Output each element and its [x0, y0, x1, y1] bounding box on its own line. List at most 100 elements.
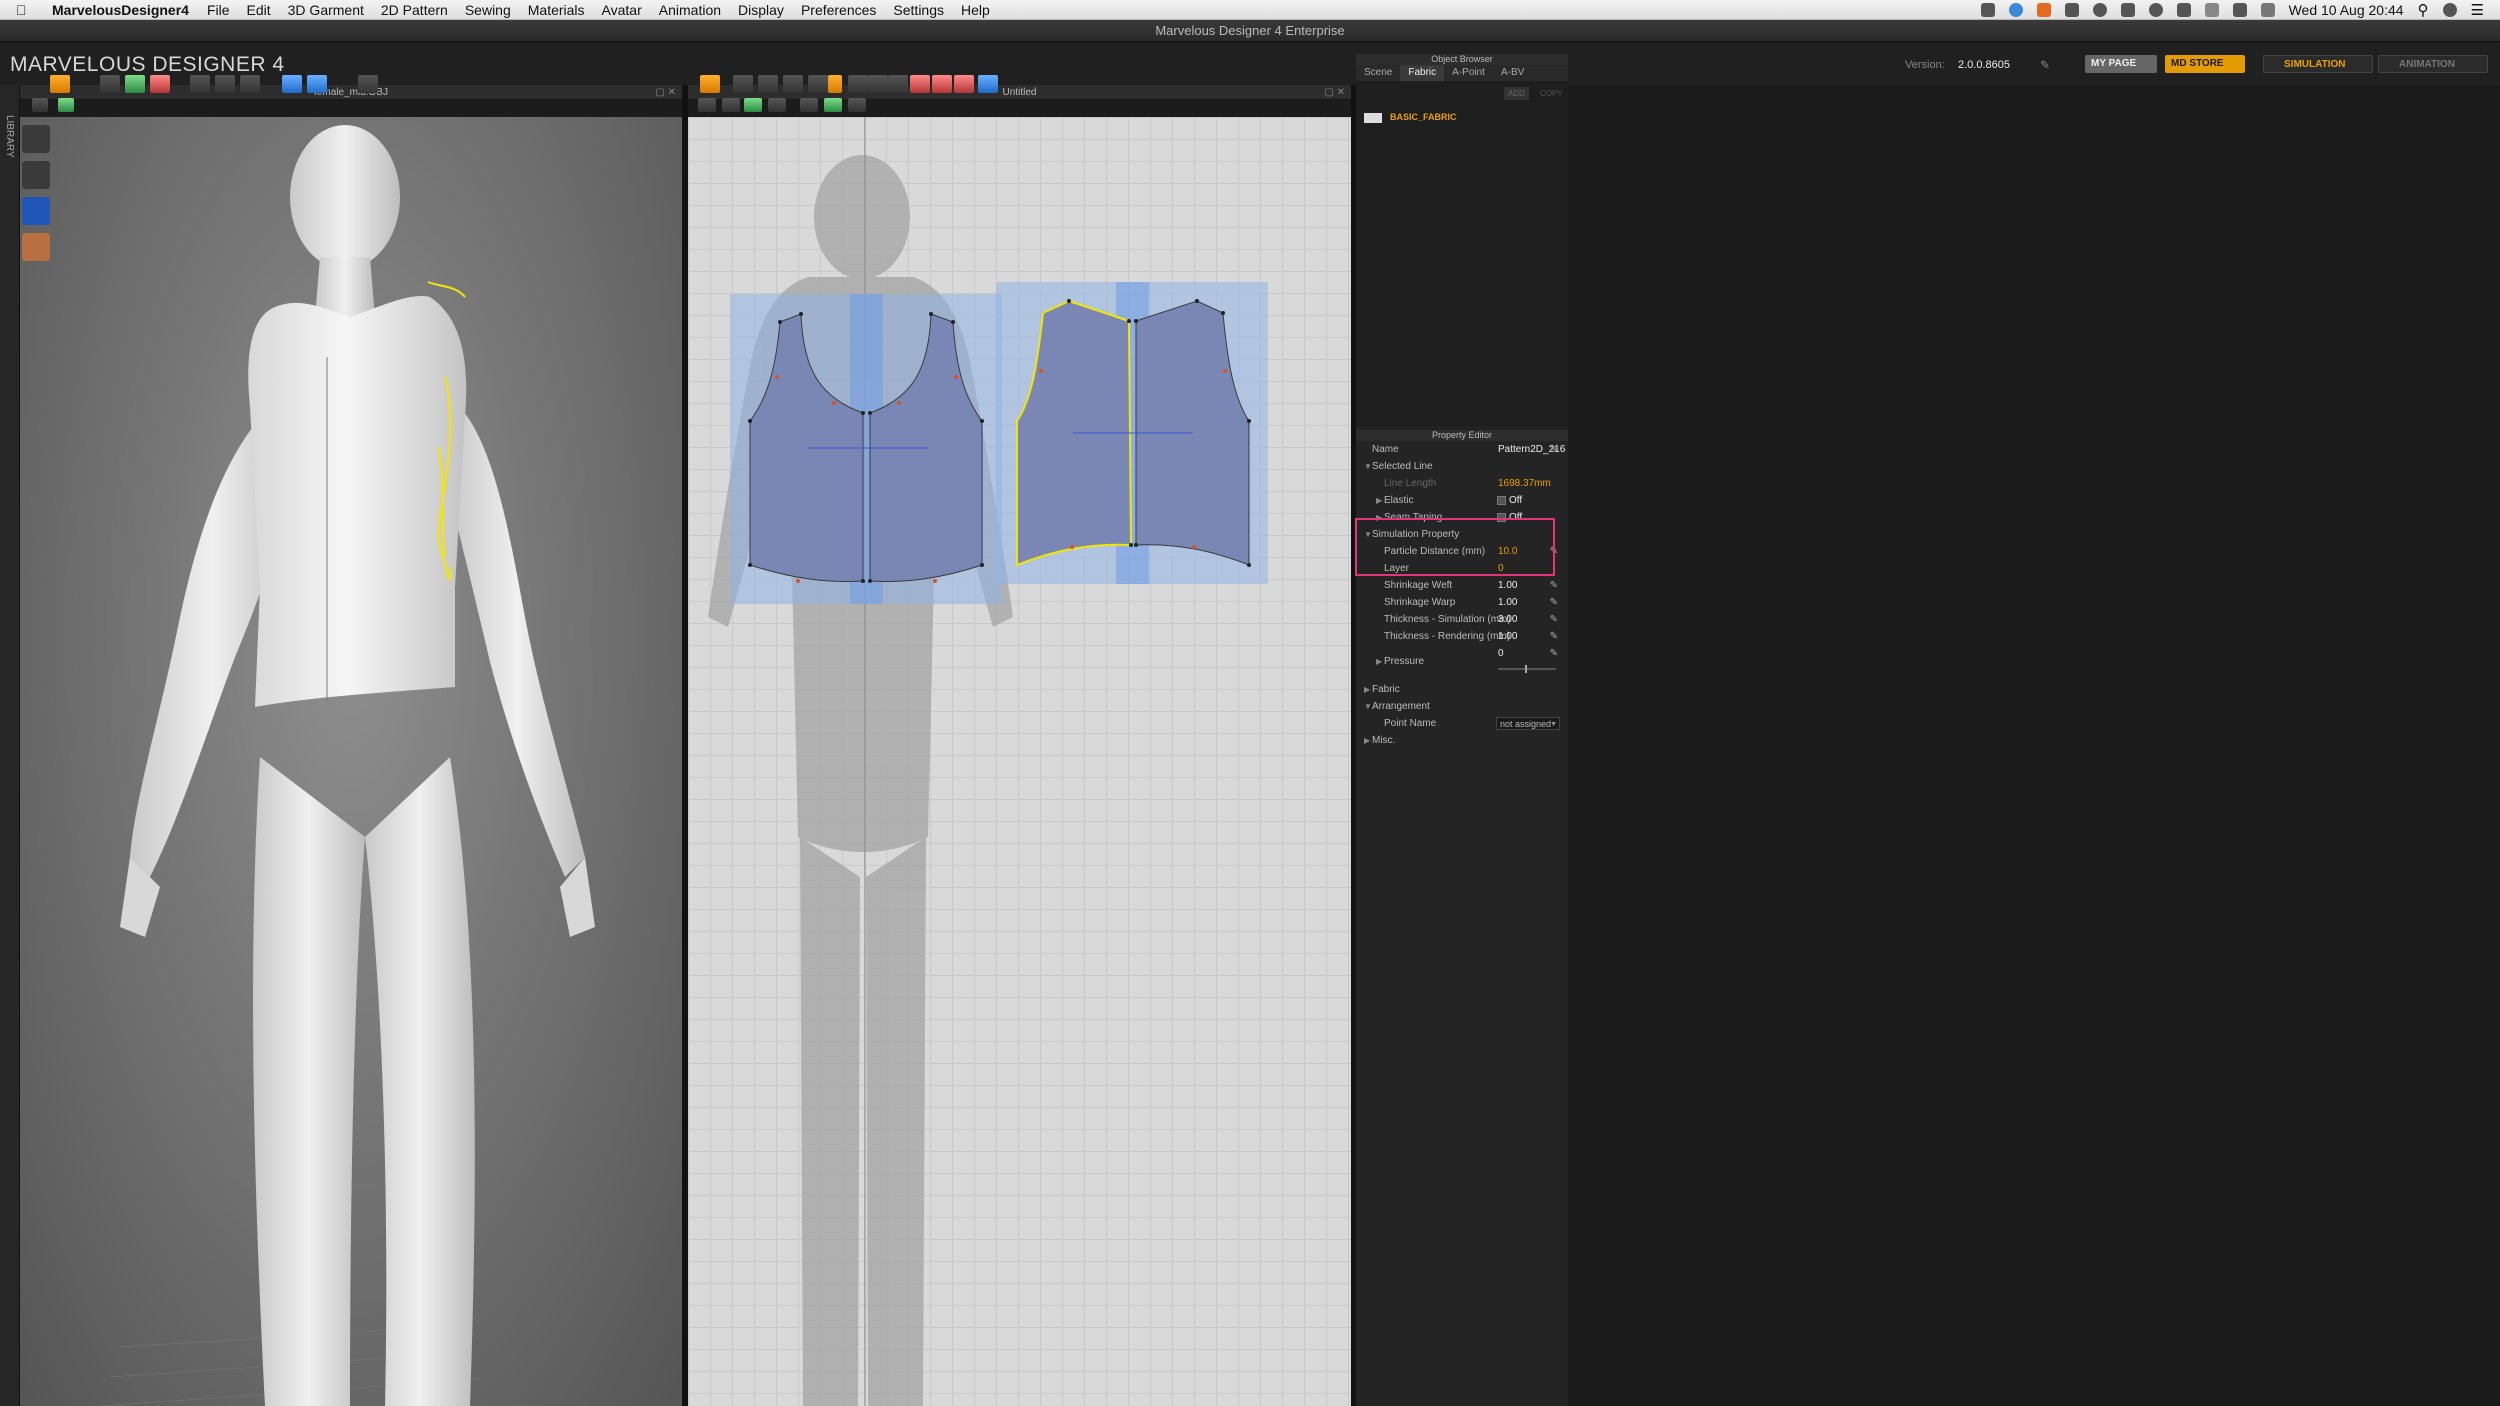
edit-icon[interactable]: ✎ — [1550, 645, 1558, 662]
edit-icon[interactable]: ✎ — [1550, 611, 1558, 628]
airplay-icon[interactable] — [2176, 3, 2191, 17]
animation-mode-button[interactable]: ANIMATION — [2378, 55, 2488, 73]
apple-icon[interactable]:  — [16, 2, 36, 18]
pressure-slider[interactable] — [1498, 665, 1556, 673]
app-status-icon[interactable] — [2036, 3, 2051, 17]
segment-sewing-icon[interactable] — [722, 98, 740, 112]
panel-close-icon[interactable]: ▢ ✕ — [655, 85, 676, 100]
elastic-checkbox[interactable] — [1497, 496, 1506, 505]
fold-line-icon[interactable] — [978, 75, 998, 93]
battery-icon[interactable] — [2232, 3, 2247, 17]
misc-section[interactable]: ▶ Misc. — [1356, 732, 1568, 749]
texture-mode-icon[interactable] — [22, 197, 50, 225]
grid-icon[interactable] — [58, 98, 74, 112]
expand-arrow-icon[interactable]: ▶ — [1364, 732, 1370, 749]
seam-select-icon[interactable] — [698, 98, 716, 112]
menu-edit[interactable]: Edit — [247, 2, 271, 18]
tab-fabric[interactable]: Fabric — [1400, 65, 1445, 81]
md-store-button[interactable]: MD STORE — [2165, 55, 2245, 73]
simulate-icon[interactable] — [700, 75, 720, 93]
import-arrow-icon[interactable] — [50, 75, 70, 93]
expand-arrow-icon[interactable]: ▶ — [1376, 653, 1382, 670]
select-icon[interactable] — [32, 98, 48, 112]
edit-curvature-icon[interactable] — [783, 75, 803, 93]
settings-tool-icon[interactable]: ✎ — [2040, 58, 2050, 72]
add-fabric-button[interactable]: ADD — [1504, 87, 1529, 100]
texture-select-icon[interactable] — [800, 98, 818, 112]
library-strip[interactable]: LIBRARY — [0, 85, 20, 1406]
skype-icon[interactable] — [2008, 3, 2023, 17]
graphic-icon[interactable] — [848, 98, 866, 112]
measure-tool-icon[interactable] — [358, 75, 378, 93]
free-sewing-icon[interactable] — [744, 98, 762, 112]
expand-arrow-icon[interactable]: ▶ — [1364, 681, 1370, 698]
garment-tool-icon[interactable] — [125, 75, 145, 93]
shrinkage-warp-value[interactable]: 1.00 — [1498, 594, 1517, 611]
viewport-3d[interactable] — [20, 117, 682, 1406]
menubar-clock[interactable]: Wed 10 Aug 20:44 — [2289, 2, 2404, 18]
wifi-icon[interactable] — [2260, 3, 2275, 17]
pressure-value[interactable]: 0 — [1498, 645, 1504, 662]
fabric-section[interactable]: ▶ Fabric — [1356, 681, 1568, 698]
menu-help[interactable]: Help — [961, 2, 990, 18]
select-tool-icon[interactable] — [190, 75, 210, 93]
status-icon[interactable] — [2148, 3, 2163, 17]
arrange-tool-icon[interactable] — [307, 75, 327, 93]
menu-display[interactable]: Display — [738, 2, 784, 18]
show-garment-icon[interactable] — [22, 125, 50, 153]
tab-a-bv[interactable]: A-BV — [1493, 65, 1532, 81]
add-point-icon[interactable] — [808, 75, 828, 93]
menu-animation[interactable]: Animation — [659, 2, 721, 18]
simulation-mode-button[interactable]: SIMULATION — [2263, 55, 2373, 73]
copy-fabric-button[interactable]: COPY — [1536, 87, 1567, 100]
edit-icon[interactable]: ✎ — [1550, 594, 1558, 611]
notification-center-icon[interactable]: ☰ — [2471, 1, 2484, 19]
fold-tool-icon[interactable] — [282, 75, 302, 93]
menu-preferences[interactable]: Preferences — [801, 2, 876, 18]
spotlight-search-icon[interactable]: ⚲ — [2418, 1, 2429, 19]
rectangle-icon[interactable] — [868, 75, 888, 93]
pin-tool-icon[interactable] — [240, 75, 260, 93]
edit-pattern-icon[interactable] — [758, 75, 778, 93]
selected-line-section[interactable]: ▼ Selected Line — [1356, 458, 1568, 475]
menu-materials[interactable]: Materials — [528, 2, 585, 18]
status-icon[interactable] — [2120, 3, 2135, 17]
menu-sewing[interactable]: Sewing — [465, 2, 511, 18]
menu-avatar[interactable]: Avatar — [602, 2, 642, 18]
menu-app-name[interactable]: MarvelousDesigner4 — [52, 2, 189, 18]
select-move-icon[interactable] — [100, 75, 120, 93]
texture-edit-icon[interactable] — [824, 98, 842, 112]
status-icon[interactable] — [1980, 3, 1995, 17]
panel-close-icon[interactable]: ▢ ✕ — [1324, 85, 1345, 100]
m-n-sewing-icon[interactable] — [768, 98, 786, 112]
viewport-2d[interactable] — [688, 117, 1351, 1406]
trace-icon[interactable] — [954, 75, 974, 93]
garment-tool-icon[interactable] — [150, 75, 170, 93]
edit-icon[interactable]: ✎ — [1550, 628, 1558, 645]
tab-scene[interactable]: Scene — [1356, 65, 1400, 81]
volume-icon[interactable] — [2204, 3, 2219, 17]
point-name-select[interactable]: not assigned ▼ — [1496, 717, 1560, 730]
my-page-button[interactable]: MY PAGE — [2085, 55, 2157, 73]
dart-icon[interactable] — [910, 75, 930, 93]
edit-icon[interactable]: ✎ — [1550, 441, 1558, 458]
internal-line-icon[interactable] — [932, 75, 952, 93]
tab-a-point[interactable]: A-Point — [1444, 65, 1493, 81]
avatar-skin-icon[interactable] — [22, 233, 50, 261]
arrangement-section[interactable]: ▼ Arrangement — [1356, 698, 1568, 715]
menu-settings[interactable]: Settings — [893, 2, 944, 18]
status-icon[interactable] — [2064, 3, 2079, 17]
collapse-arrow-icon[interactable]: ▼ — [1364, 458, 1372, 475]
collapse-arrow-icon[interactable]: ▼ — [1364, 698, 1372, 715]
tack-tool-icon[interactable] — [215, 75, 235, 93]
user-icon[interactable] — [2442, 3, 2457, 17]
rectangle-tool-icon[interactable] — [828, 75, 842, 93]
circle-icon[interactable] — [888, 75, 908, 93]
fabric-item[interactable]: BASIC_FABRIC — [1364, 111, 1564, 127]
expand-arrow-icon[interactable]: ▶ — [1376, 492, 1382, 509]
shrinkage-weft-value[interactable]: 1.00 — [1498, 577, 1517, 594]
slider-handle[interactable] — [1525, 665, 1527, 673]
polygon-tool-icon[interactable] — [848, 75, 868, 93]
clock-status-icon[interactable] — [2092, 3, 2107, 17]
thickness-simulation-value[interactable]: 3.00 — [1498, 611, 1517, 628]
